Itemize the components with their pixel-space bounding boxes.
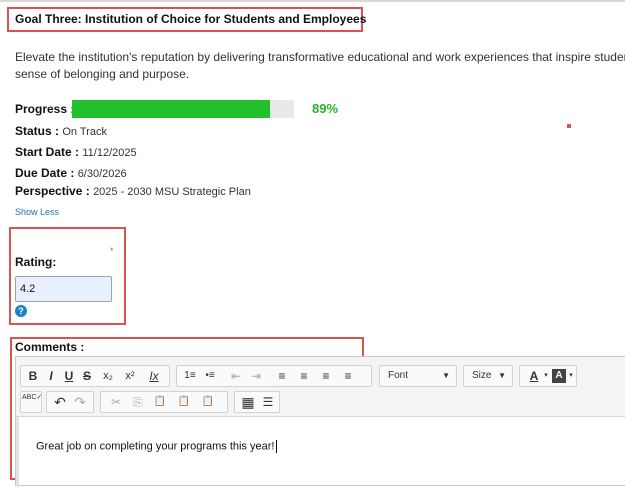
- goal-title: Goal Three: Institution of Choice for St…: [7, 7, 366, 32]
- marker-dot: [567, 124, 571, 128]
- progress-bar: [72, 100, 294, 118]
- italic-button[interactable]: I: [43, 367, 59, 385]
- undo-button[interactable]: ↶: [51, 393, 69, 411]
- numbered-list-button[interactable]: 1≡: [181, 367, 199, 385]
- remove-format-button[interactable]: Ix: [145, 367, 163, 385]
- spellcheck-button[interactable]: ABC✓: [22, 393, 42, 411]
- insert-group: ▦ ☰: [234, 391, 280, 413]
- justify-button[interactable]: ≡: [339, 367, 357, 385]
- editor-gutter: [16, 417, 19, 487]
- cut-button[interactable]: ✂: [107, 393, 125, 411]
- editor-toolbar: B I U S x₂ x² Ix 1≡ •≡ ⇤ ⇥ ≡ ≡ ≡ ≡ Font …: [16, 357, 625, 417]
- rating-input[interactable]: [15, 276, 112, 302]
- top-divider: [0, 0, 625, 2]
- goal-description-line2: sense of belonging and purpose.: [15, 67, 190, 81]
- strikethrough-button[interactable]: S: [79, 367, 95, 385]
- goal-description-line1: Elevate the institution's reputation by …: [15, 50, 625, 64]
- required-marker: *: [110, 246, 114, 256]
- redo-button[interactable]: ↷: [71, 393, 89, 411]
- goal-description: Elevate the institution's reputation by …: [15, 49, 625, 83]
- bold-button[interactable]: B: [25, 367, 41, 385]
- align-center-button[interactable]: ≡: [295, 367, 313, 385]
- perspective-label: Perspective :: [15, 184, 90, 198]
- align-right-button[interactable]: ≡: [317, 367, 335, 385]
- perspective-row: Perspective : 2025 - 2030 MSU Strategic …: [15, 184, 251, 198]
- horizontal-line-button[interactable]: ☰: [259, 393, 277, 411]
- background-color-button[interactable]: A: [552, 369, 566, 383]
- bulleted-list-button[interactable]: •≡: [201, 367, 219, 385]
- progress-bar-fill: [72, 100, 270, 118]
- copy-button[interactable]: ⎘: [129, 393, 147, 411]
- progress-label: Progress :: [15, 102, 75, 116]
- rating-label: Rating:: [15, 255, 57, 269]
- font-select-value: Font: [388, 370, 409, 381]
- color-group: A ▾ A ▾: [519, 365, 577, 387]
- due-date-row: Due Date : 6/30/2026: [15, 166, 127, 180]
- rich-text-editor: B I U S x₂ x² Ix 1≡ •≡ ⇤ ⇥ ≡ ≡ ≡ ≡ Font …: [15, 356, 625, 487]
- show-less-link[interactable]: Show Less: [15, 207, 59, 217]
- progress-percent: 89%: [312, 101, 339, 116]
- decrease-indent-button[interactable]: ⇤: [227, 367, 245, 385]
- size-select-value: Size: [472, 370, 492, 381]
- paragraph-group: 1≡ •≡ ⇤ ⇥ ≡ ≡ ≡ ≡: [176, 365, 372, 387]
- chevron-down-icon[interactable]: ▾: [567, 367, 575, 385]
- paste-text-button[interactable]: 📋: [175, 393, 193, 411]
- chevron-down-icon: ▼: [498, 371, 506, 380]
- comments-label: Comments :: [15, 340, 85, 354]
- underline-button[interactable]: U: [61, 367, 77, 385]
- clipboard-group: ✂ ⎘ 📋 📋 📋: [100, 391, 228, 413]
- history-group: ↶ ↷: [46, 391, 94, 413]
- due-date-label: Due Date :: [15, 166, 75, 180]
- comments-text: Great job on completing your programs th…: [36, 440, 275, 453]
- question-circle-icon[interactable]: ?: [15, 305, 27, 317]
- chevron-down-icon: ▼: [442, 371, 450, 380]
- increase-indent-button[interactable]: ⇥: [247, 367, 265, 385]
- text-color-button[interactable]: A: [524, 367, 544, 385]
- status-row: Status : On Track: [15, 124, 107, 138]
- size-select[interactable]: Size ▼: [463, 365, 513, 387]
- table-button[interactable]: ▦: [239, 393, 257, 411]
- perspective-value: 2025 - 2030 MSU Strategic Plan: [93, 186, 251, 198]
- chevron-down-icon[interactable]: ▾: [542, 367, 550, 385]
- paste-from-word-button[interactable]: 📋: [199, 393, 217, 411]
- spellcheck-group: ABC✓: [20, 391, 42, 413]
- paste-button[interactable]: 📋: [151, 393, 169, 411]
- status-value: On Track: [62, 126, 107, 138]
- subscript-button[interactable]: x₂: [99, 367, 117, 385]
- due-date-value: 6/30/2026: [77, 168, 127, 180]
- start-date-label: Start Date :: [15, 145, 80, 159]
- start-date-row: Start Date : 11/12/2025: [15, 145, 137, 159]
- start-date-value: 11/12/2025: [82, 147, 137, 159]
- align-left-button[interactable]: ≡: [273, 367, 291, 385]
- text-style-group: B I U S x₂ x² Ix: [20, 365, 170, 387]
- superscript-button[interactable]: x²: [121, 367, 139, 385]
- status-label: Status :: [15, 124, 60, 138]
- font-select[interactable]: Font ▼: [379, 365, 457, 387]
- comments-editor-content[interactable]: Great job on completing your programs th…: [36, 440, 278, 453]
- text-cursor: [276, 440, 278, 453]
